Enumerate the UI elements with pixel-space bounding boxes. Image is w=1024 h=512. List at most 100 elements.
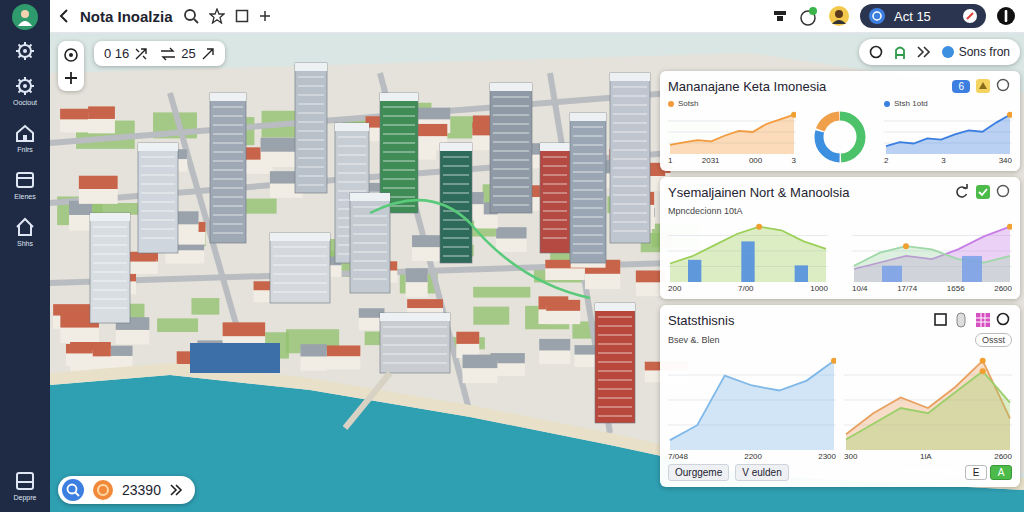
- donut-slice: [819, 116, 861, 158]
- segment[interactable]: A: [990, 465, 1012, 480]
- sidebar-item[interactable]: Oociout: [11, 72, 39, 109]
- axis-tick: 17/74: [897, 284, 917, 293]
- axis-tick: 2600: [994, 452, 1012, 461]
- panel-actions: [954, 184, 1012, 200]
- stats-panel: Statsthisnis Bsev &. BlenOssst 7/048220023…: [660, 305, 1020, 487]
- fast-forward-icon[interactable]: [917, 46, 931, 58]
- toggle-icon[interactable]: [996, 78, 1012, 94]
- panel-subheader: Bsev &. BlenOssst: [668, 333, 1012, 347]
- sidebar-item[interactable]: Shhs: [12, 213, 38, 250]
- home-icon: [14, 122, 36, 144]
- axis-tick: 340: [999, 156, 1012, 165]
- series-line: [670, 361, 834, 440]
- panel-title: Mananajane Keta Imonesia: [668, 79, 946, 94]
- search-icon[interactable]: [62, 479, 84, 501]
- status-icon[interactable]: [798, 6, 818, 26]
- sidebar-footer[interactable]: Deppre: [12, 467, 39, 504]
- mode-pill[interactable]: Sons fron: [859, 39, 1020, 65]
- chart: 3001lA2600: [844, 350, 1012, 461]
- chart-ticks: 7/04822002300: [668, 452, 836, 461]
- series-line: [846, 371, 1010, 439]
- action-icon[interactable]: [954, 184, 970, 200]
- axis-tick: 7/00: [738, 284, 754, 293]
- sidebar-item[interactable]: Fnlrs: [12, 119, 38, 156]
- grid-icon[interactable]: [975, 312, 991, 328]
- chart-ticks: 23340: [884, 156, 1012, 165]
- gear-icon[interactable]: [14, 40, 36, 62]
- menu-icon[interactable]: [996, 312, 1012, 328]
- star-icon[interactable]: [209, 8, 225, 24]
- counter-value: 0 16: [104, 46, 129, 61]
- flag-icon[interactable]: [772, 8, 788, 24]
- counter[interactable]: 25: [160, 46, 214, 61]
- chart: Stsh 1otd23340: [884, 99, 1012, 165]
- series-area: [670, 361, 834, 450]
- series-area: [670, 115, 794, 154]
- axis-tick: 2: [884, 156, 888, 165]
- topbar: Nota InoalziaAct 15: [50, 0, 1024, 33]
- map-area: 0 16 25 23390 Sons fron Mananajane Keta Imon…: [50, 33, 1024, 512]
- map-controls: [58, 41, 84, 91]
- segment[interactable]: E: [965, 465, 987, 480]
- panel-button[interactable]: Ourggeme: [668, 464, 729, 481]
- chart: Sotsh120310003: [668, 99, 796, 165]
- panel-button[interactable]: V eulden: [735, 464, 788, 481]
- account-label: Act 15: [894, 9, 931, 24]
- plus-icon[interactable]: [259, 10, 271, 22]
- mode-item: Sons fron: [941, 45, 1010, 59]
- right-panels: Sons fronMananajane Keta Imonesia6Sotsh1…: [660, 39, 1020, 487]
- search-icon[interactable]: [183, 8, 199, 24]
- panel-header: Statsthisnis: [668, 310, 1012, 330]
- chart-legend: Sotsh: [668, 99, 796, 108]
- user-avatar-icon[interactable]: [828, 5, 850, 27]
- zoom-in-icon[interactable]: [64, 71, 78, 85]
- locate-icon[interactable]: [63, 47, 79, 63]
- sidebar-label: Elenes: [14, 193, 35, 200]
- legend-dot: [884, 101, 890, 107]
- mode-label: Sons fron: [959, 45, 1010, 59]
- toggle-icon[interactable]: [954, 312, 970, 328]
- info-icon[interactable]: [996, 6, 1016, 26]
- main: Nota InoalziaAct 15 0 16 25 23390 Sons fron M…: [50, 0, 1024, 512]
- sidebar-label: Oociout: [13, 99, 37, 106]
- person-icon[interactable]: [893, 44, 907, 60]
- grid-icon[interactable]: [996, 184, 1012, 200]
- account-pill[interactable]: Act 15: [860, 4, 986, 28]
- chart-bar: [962, 256, 982, 282]
- axis-tick: 2031: [702, 156, 720, 165]
- back-chevron-icon[interactable]: [58, 8, 70, 24]
- series-area: [846, 371, 1010, 450]
- panel-charts: 7/04822002300 3001lA2600: [668, 350, 1012, 461]
- counter[interactable]: 0 16: [104, 46, 148, 61]
- chart-plot: [812, 109, 868, 165]
- donut-slice: [819, 116, 861, 158]
- series-area: [886, 115, 1010, 154]
- balance-value: 23390: [122, 482, 161, 498]
- chart-ticks: 10/417/7416562600: [852, 284, 1012, 293]
- panel-badge: 6: [952, 80, 970, 93]
- filter-chip: Ossst: [975, 333, 1012, 347]
- axis-tick: 3: [792, 156, 796, 165]
- series-line: [854, 246, 1010, 266]
- stats-panel: Ysemaljainen Nort & ManoolsiaMpncdecionn…: [660, 177, 1020, 299]
- balance-pill[interactable]: 23390: [58, 476, 195, 504]
- axis-tick: 200: [668, 284, 681, 293]
- user-avatar[interactable]: [12, 4, 38, 30]
- action-icon[interactable]: [975, 78, 991, 94]
- forward-icon[interactable]: [169, 484, 183, 496]
- shuffle-icon: [134, 47, 148, 61]
- globe-icon: [941, 45, 955, 59]
- square-icon[interactable]: [235, 9, 249, 23]
- action-icon[interactable]: [933, 312, 949, 328]
- toggle-icon[interactable]: [975, 184, 991, 200]
- axis-tick: 2300: [818, 452, 836, 461]
- panel-actions: 6: [952, 78, 1012, 94]
- axis-tick: 2600: [994, 284, 1012, 293]
- panel-title: Statsthisnis: [668, 313, 927, 328]
- panel-subheader: Mpncdecionn 10tA: [668, 205, 1012, 217]
- sidebar: Oociout Fnlrs Elenes Shhs Deppre: [0, 0, 50, 512]
- circle-icon[interactable]: [869, 45, 883, 59]
- series-area: [854, 227, 1010, 282]
- chart-plot: [668, 350, 836, 450]
- sidebar-item[interactable]: Elenes: [12, 166, 38, 203]
